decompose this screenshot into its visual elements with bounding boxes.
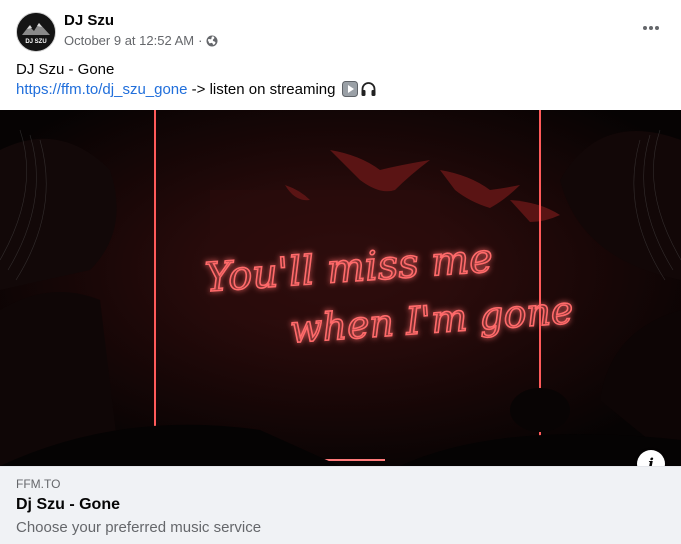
more-options-button[interactable] (639, 18, 663, 38)
more-options-icon (642, 26, 660, 30)
post-text-line-2: https://ffm.to/dj_szu_gone -> listen on … (16, 80, 377, 103)
post-header: DJ SZU DJ Szu October 9 at 12:52 AM · (0, 0, 681, 58)
globe-icon[interactable] (206, 35, 218, 47)
author-name[interactable]: DJ Szu (64, 12, 114, 29)
link-preview[interactable]: FFM.TO Dj Szu - Gone Choose your preferr… (0, 466, 681, 544)
meta-separator: · (198, 33, 203, 48)
link-preview-description: Choose your preferred music service (16, 519, 262, 536)
link-preview-domain: FFM.TO (16, 477, 61, 491)
avatar-text: DJ SZU (25, 39, 46, 45)
facebook-post: DJ SZU DJ Szu October 9 at 12:52 AM · DJ… (0, 0, 681, 544)
post-image[interactable]: You'll miss me when I'm gone (0, 110, 681, 466)
link-preview-title[interactable]: Dj Szu - Gone (16, 496, 120, 514)
post-link[interactable]: https://ffm.to/dj_szu_gone (16, 81, 188, 98)
avatar[interactable]: DJ SZU (16, 12, 56, 52)
play-button-icon (341, 81, 358, 103)
post-meta: October 9 at 12:52 AM · (64, 33, 218, 48)
post-text: DJ Szu - Gone https://ffm.to/dj_szu_gone… (16, 60, 377, 103)
post-timestamp[interactable]: October 9 at 12:52 AM (64, 33, 194, 48)
post-text-line-1: DJ Szu - Gone (16, 61, 115, 78)
post-link-suffix: -> listen on streaming (187, 81, 340, 98)
headphone-icon (360, 81, 377, 103)
